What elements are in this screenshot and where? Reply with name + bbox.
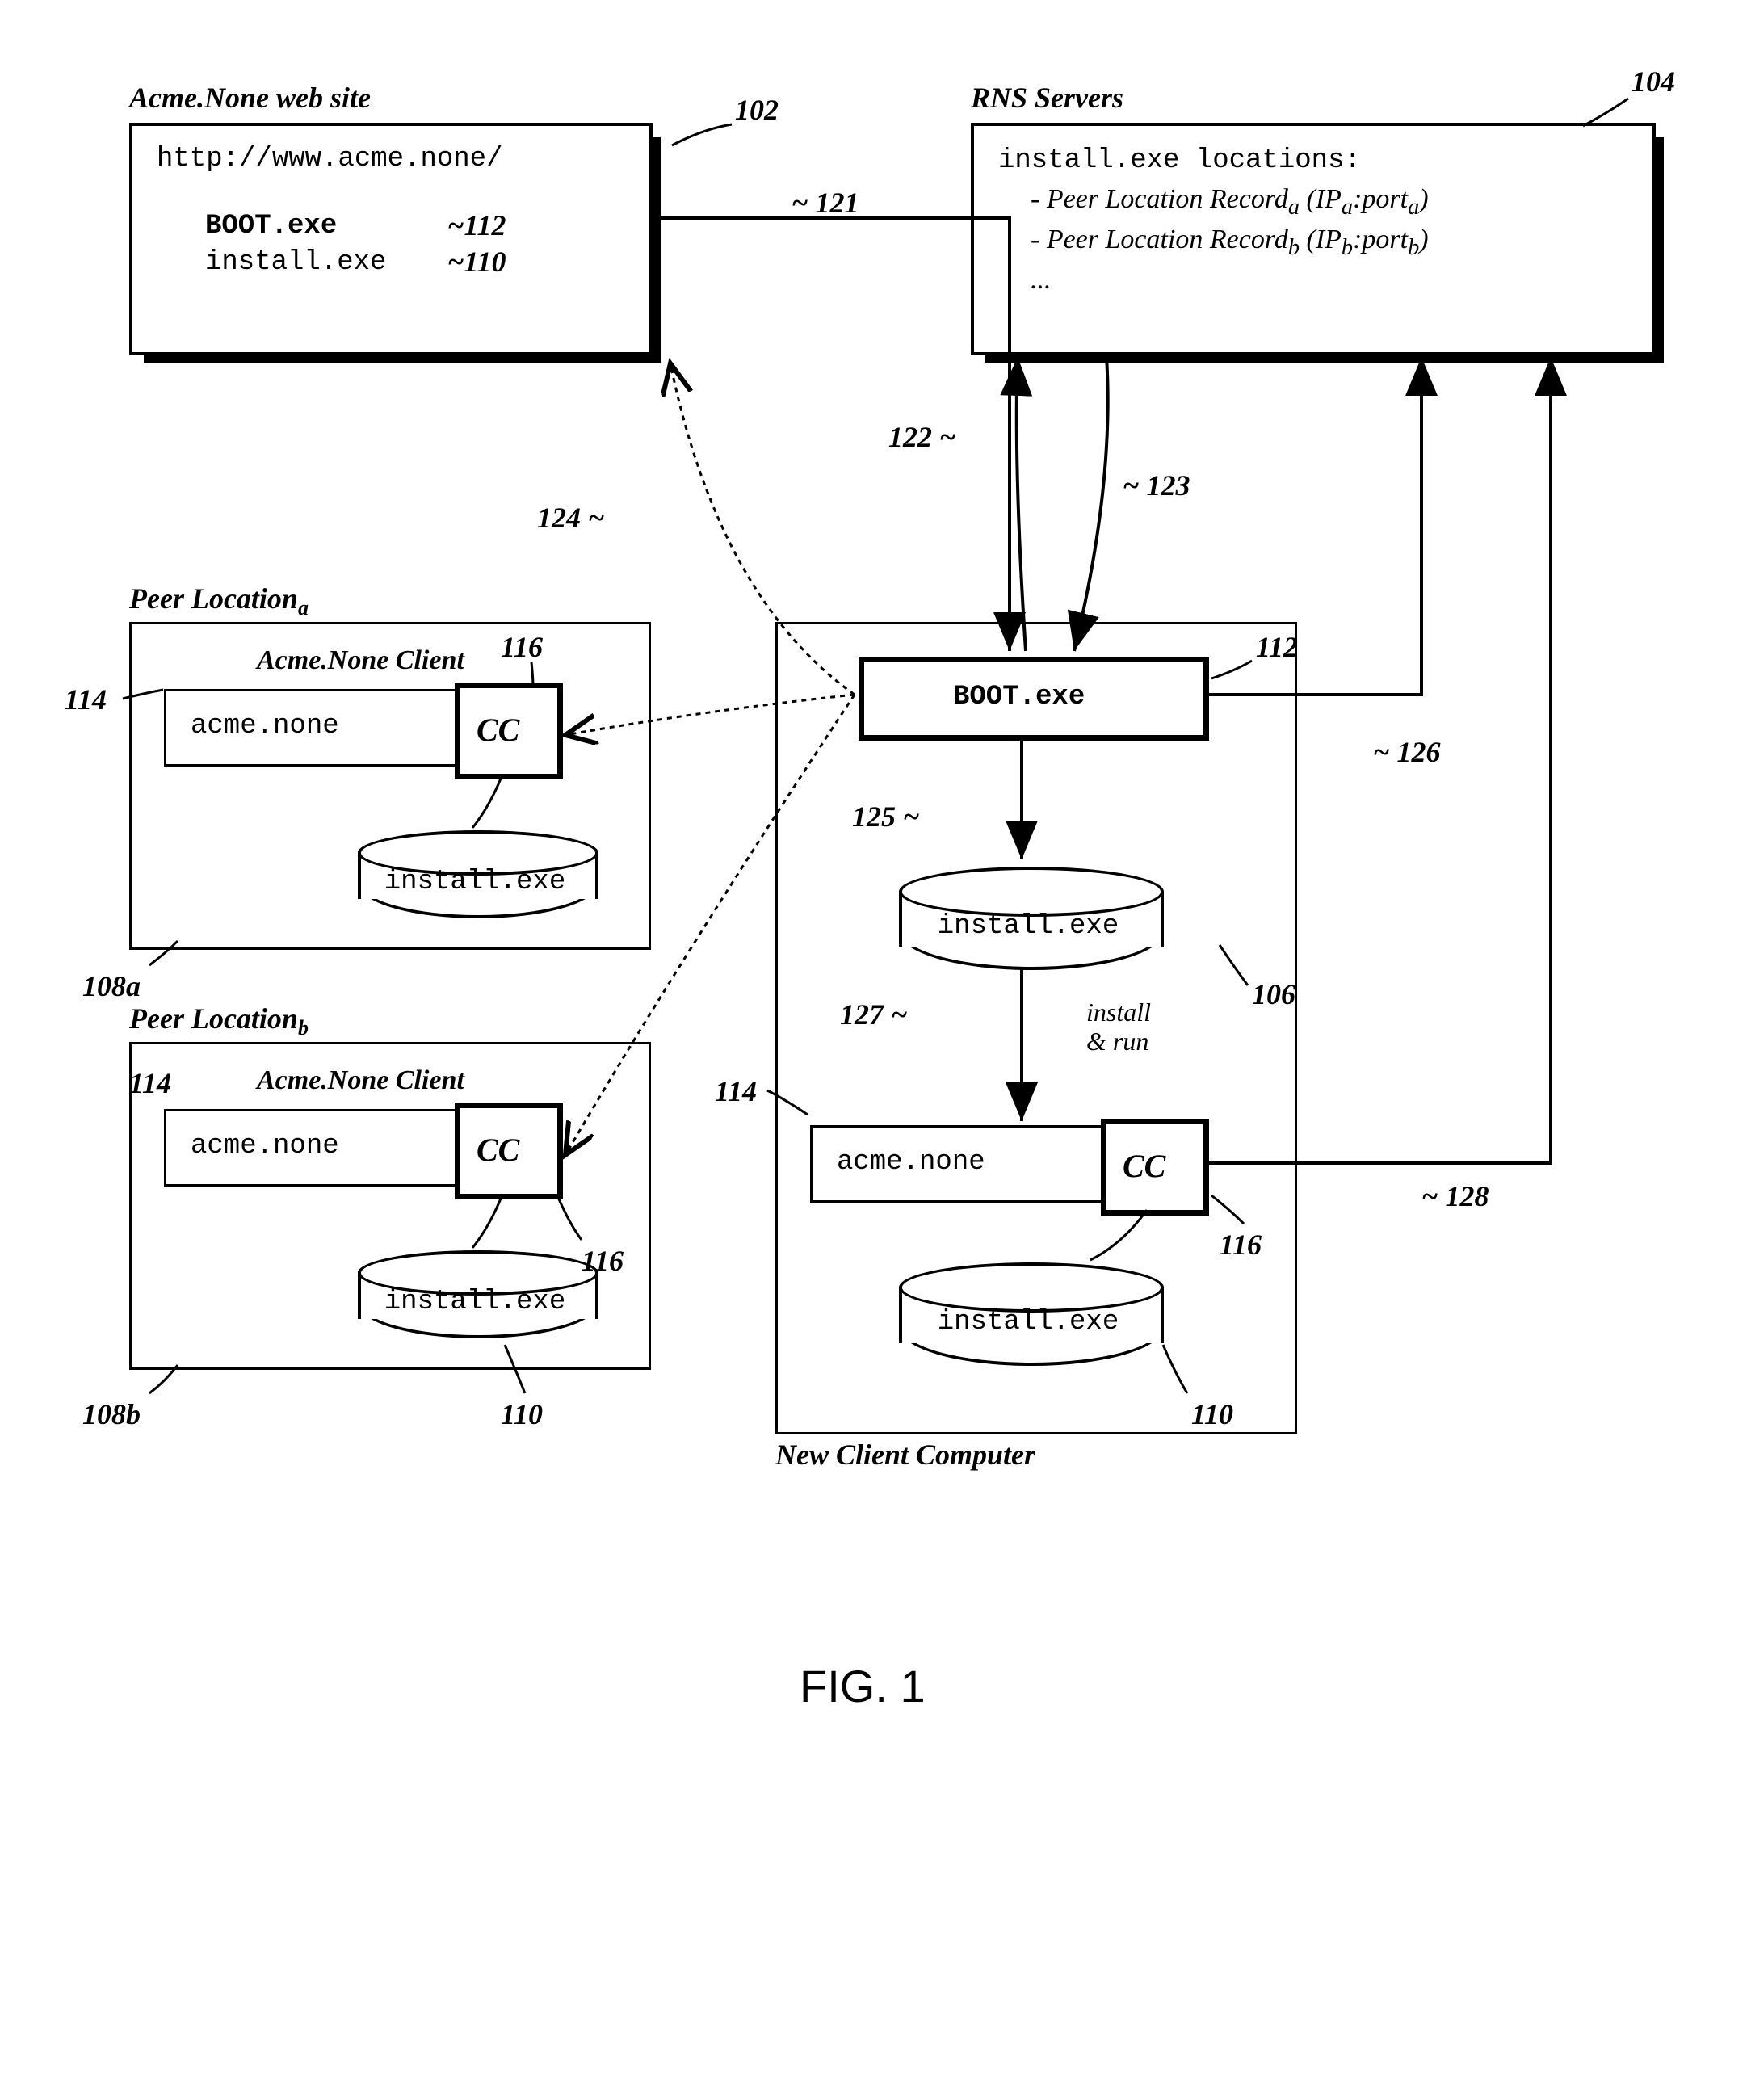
- ref-116a: 116: [501, 630, 543, 664]
- website-box: http://www.acme.none/ BOOT.exe install.e…: [129, 123, 653, 355]
- peerB-acme: acme.none: [191, 1131, 339, 1161]
- lbl-124: 124 ~: [537, 501, 605, 535]
- peerA-cc-box: CC: [455, 682, 563, 779]
- ref-114b: 114: [129, 1066, 171, 1100]
- lbl-127: 127 ~: [840, 998, 908, 1031]
- peerA-client-title: Acme.None Client: [257, 645, 464, 676]
- peerB-cc-box: CC: [455, 1102, 563, 1199]
- ref-116b: 116: [582, 1244, 624, 1278]
- rns-line3: ...: [1031, 265, 1052, 296]
- ref-110b: 110: [501, 1397, 543, 1431]
- figure-label: FIG. 1: [800, 1660, 926, 1712]
- ref-110: ~110: [447, 245, 506, 279]
- ref-112nc: 112: [1256, 630, 1298, 664]
- peerA-title: Peer Locationa: [129, 582, 309, 620]
- install-run-label: install& run: [1086, 998, 1151, 1056]
- ref-110nc: 110: [1191, 1397, 1233, 1431]
- peerA-box: Acme.None Client acme.none CC install.ex…: [129, 622, 651, 950]
- ref-108a: 108a: [82, 969, 141, 1003]
- ref-112: ~112: [447, 208, 506, 242]
- peerB-cyl-label: install.exe: [374, 1287, 576, 1317]
- boot-box: BOOT.exe: [859, 657, 1209, 741]
- website-file2: install.exe: [205, 247, 386, 278]
- website-url: http://www.acme.none/: [157, 144, 502, 174]
- newclient-acme-box: acme.none: [810, 1125, 1106, 1203]
- ref-108b: 108b: [82, 1397, 141, 1431]
- rns-header: install.exe locations:: [998, 144, 1361, 176]
- cyl2-label: install.exe: [915, 1307, 1141, 1338]
- rns-title: RNS Servers: [971, 81, 1123, 115]
- ref-114a: 114: [65, 682, 107, 716]
- peerA-acme: acme.none: [191, 711, 339, 741]
- boot-label: BOOT.exe: [953, 682, 1085, 712]
- peerB-box: Acme.None Client acme.none CC install.ex…: [129, 1042, 651, 1370]
- rns-line1: - Peer Location Recorda (IPa:porta): [1031, 184, 1429, 220]
- newclient-acme: acme.none: [837, 1147, 985, 1178]
- lbl-121: ~ 121: [792, 186, 859, 220]
- lbl-122: 122 ~: [888, 420, 956, 454]
- newclient-cc-box: CC: [1101, 1119, 1209, 1216]
- cyl1-label: install.exe: [915, 911, 1141, 942]
- peerA-cc: CC: [477, 711, 519, 749]
- diagram-canvas: http://www.acme.none/ BOOT.exe install.e…: [32, 32, 1719, 2068]
- ref-114nc: 114: [715, 1074, 757, 1108]
- website-file1: BOOT.exe: [205, 211, 337, 242]
- peerB-client-title: Acme.None Client: [257, 1065, 464, 1096]
- newclient-title: New Client Computer: [775, 1438, 1035, 1472]
- lbl-128: ~ 128: [1421, 1179, 1489, 1213]
- peerB-cc: CC: [477, 1131, 519, 1169]
- website-title: Acme.None web site: [129, 81, 371, 115]
- lbl-125: 125 ~: [852, 800, 920, 834]
- rns-line2: - Peer Location Recordb (IPb:portb): [1031, 225, 1429, 261]
- ref-104: 104: [1631, 65, 1675, 99]
- rns-header-text: install.exe locations:: [998, 145, 1361, 176]
- ref-106: 106: [1252, 977, 1295, 1011]
- newclient-cc: CC: [1123, 1147, 1165, 1185]
- peerA-acme-box: acme.none: [164, 689, 460, 766]
- peerB-acme-box: acme.none: [164, 1109, 460, 1186]
- peerB-title: Peer Locationb: [129, 1002, 309, 1040]
- ref-116nc: 116: [1220, 1228, 1262, 1262]
- peerA-cyl-label: install.exe: [374, 867, 576, 897]
- lbl-123: ~ 123: [1123, 468, 1190, 502]
- ref-102: 102: [735, 93, 779, 127]
- lbl-126: ~ 126: [1373, 735, 1441, 769]
- rns-box: install.exe locations: - Peer Location R…: [971, 123, 1656, 355]
